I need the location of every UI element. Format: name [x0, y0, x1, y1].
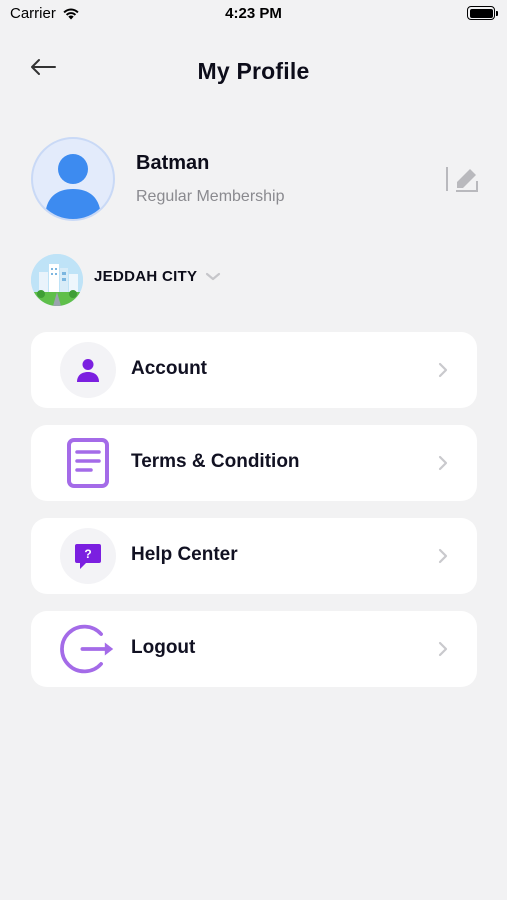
membership-label: Regular Membership	[136, 188, 285, 205]
page-title: My Profile	[197, 58, 310, 84]
city-image	[31, 254, 83, 306]
profile-screen: Carrier 4:23 PM My Profile Batman Regula…	[0, 0, 507, 900]
chevron-down-icon	[206, 272, 221, 280]
menu-item-label: Terms & Condition	[131, 451, 300, 472]
svg-text:?: ?	[84, 547, 91, 561]
battery-icon	[467, 6, 498, 20]
menu-item-terms[interactable]: Terms & Condition	[31, 425, 477, 501]
menu-item-logout[interactable]: Logout	[31, 611, 477, 687]
city-name: JEDDAH CITY	[94, 268, 198, 285]
chevron-right-icon	[438, 455, 448, 471]
account-icon-wrap	[60, 342, 116, 398]
user-avatar-icon	[45, 154, 101, 219]
menu-item-label: Account	[131, 358, 207, 379]
chevron-right-icon	[438, 641, 448, 657]
help-chat-icon: ?	[75, 544, 101, 569]
menu-item-label: Help Center	[131, 544, 238, 565]
city-illustration-icon	[31, 254, 83, 306]
edit-profile-button[interactable]	[444, 163, 480, 195]
menu-item-help-center[interactable]: ? Help Center	[31, 518, 477, 594]
chevron-right-icon	[438, 362, 448, 378]
logout-icon-wrap	[60, 621, 116, 677]
city-selector[interactable]: JEDDAH CITY	[94, 268, 221, 285]
user-icon	[77, 359, 99, 382]
chevron-right-icon	[438, 548, 448, 564]
avatar[interactable]	[31, 137, 115, 221]
logout-icon	[60, 624, 114, 674]
menu-item-label: Logout	[131, 637, 196, 658]
profile-name: Batman	[136, 152, 210, 174]
clock: 4:23 PM	[225, 5, 282, 22]
document-icon	[67, 438, 109, 488]
menu-item-account[interactable]: Account	[31, 332, 477, 408]
terms-icon-wrap	[60, 435, 116, 491]
edit-icon	[446, 167, 478, 192]
status-bar: Carrier 4:23 PM	[0, 0, 507, 28]
help-icon-wrap: ?	[60, 528, 116, 584]
